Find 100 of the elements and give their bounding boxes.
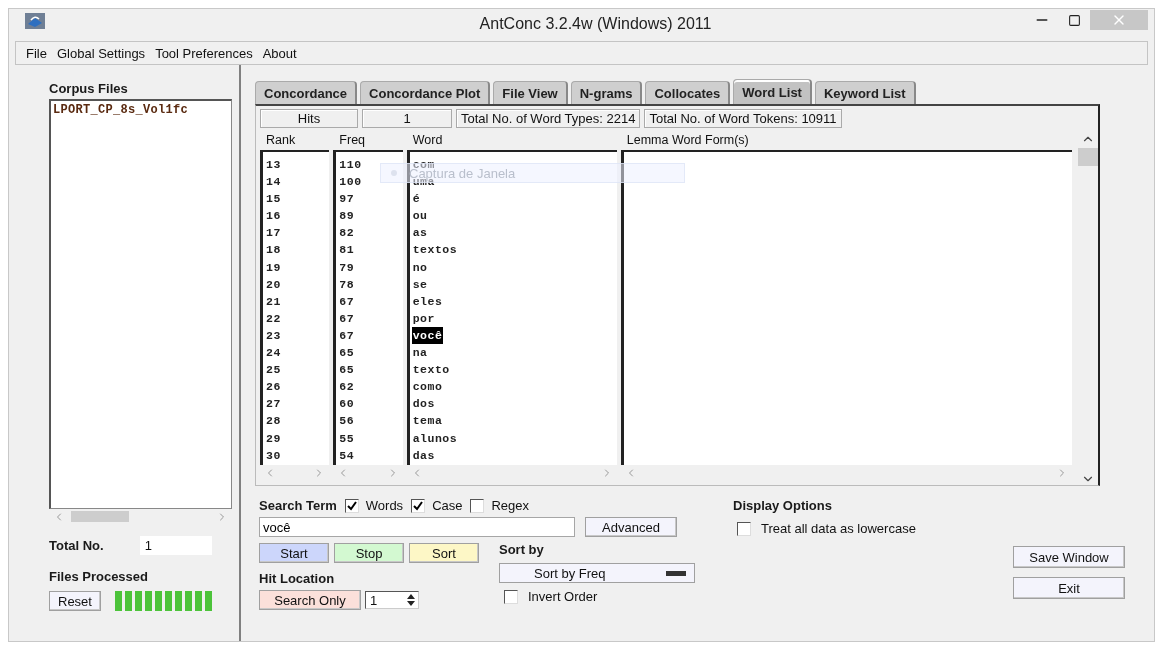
tab[interactable]: Word List bbox=[733, 79, 812, 104]
tab[interactable]: N-grams bbox=[570, 81, 643, 104]
table-cell-text: 28 bbox=[265, 413, 282, 430]
menu-item[interactable]: Global Settings bbox=[56, 45, 146, 61]
lowercase-option-label: Treat all data as lowercase bbox=[761, 521, 916, 536]
word-cell[interactable]: você bbox=[411, 326, 444, 345]
tab[interactable]: Concordance bbox=[255, 81, 358, 104]
app-icon bbox=[25, 13, 45, 29]
tab[interactable]: Concordance Plot bbox=[360, 81, 491, 104]
word-cell[interactable]: no bbox=[411, 258, 429, 276]
hit-location-spinner[interactable]: 1 bbox=[365, 591, 419, 609]
window-title: AntConc 3.2.4w (Windows) 2011 bbox=[478, 15, 713, 33]
word-cell[interactable]: textos bbox=[411, 241, 459, 259]
table-cell-text: 23 bbox=[265, 327, 282, 344]
dropdown-icon bbox=[666, 570, 686, 576]
word-cell[interactable]: eles bbox=[411, 292, 444, 310]
word-cell[interactable]: como bbox=[411, 378, 444, 396]
tab[interactable]: Collocates bbox=[645, 81, 731, 104]
table-cell-text: 65 bbox=[338, 362, 356, 379]
action-button[interactable]: Stop bbox=[334, 543, 404, 563]
word-tokens-count: Total No. of Word Tokens: 10911 bbox=[644, 109, 842, 128]
table-cell-text: 20 bbox=[265, 276, 282, 293]
scrollbar-thumb[interactable] bbox=[1078, 148, 1098, 166]
table-cell-text: 54 bbox=[338, 447, 356, 464]
table-cell-text: 78 bbox=[338, 276, 356, 293]
search-term-label: Search Term bbox=[259, 498, 337, 513]
table-cell-text: 26 bbox=[265, 379, 282, 396]
option-label: Case bbox=[432, 498, 463, 513]
word-cell[interactable]: na bbox=[411, 344, 429, 362]
search-input[interactable]: você bbox=[259, 517, 575, 537]
menu-item[interactable]: File bbox=[26, 45, 47, 61]
word-cell[interactable]: as bbox=[411, 224, 429, 242]
action-button[interactable]: Sort bbox=[409, 543, 479, 563]
display-options-label: Display Options bbox=[733, 498, 833, 513]
table-cell-text: 29 bbox=[265, 430, 282, 447]
option-label: Regex bbox=[491, 498, 530, 513]
word-cell[interactable]: texto bbox=[411, 361, 451, 379]
total-field: 1 bbox=[139, 536, 212, 555]
table-cell-text: 110 bbox=[338, 157, 363, 173]
table-cell-text: 17 bbox=[265, 225, 282, 242]
table-cell-text: 16 bbox=[265, 208, 282, 225]
tab[interactable]: Keyword List bbox=[814, 81, 916, 104]
table-cell-text: 56 bbox=[338, 413, 356, 430]
hit-location-label: Hit Location bbox=[259, 571, 335, 586]
table-cell-text: 21 bbox=[265, 293, 282, 310]
corpus-files-label: Corpus Files bbox=[49, 81, 129, 96]
word-cell[interactable]: por bbox=[411, 309, 436, 327]
word-cell[interactable]: se bbox=[411, 275, 429, 293]
spinner-arrows-icon[interactable] bbox=[404, 592, 418, 608]
table-cell-text: 67 bbox=[338, 293, 356, 310]
table-cell-text: 89 bbox=[338, 208, 356, 225]
table-cell-text: 24 bbox=[265, 345, 282, 362]
table-cell-text: 79 bbox=[338, 259, 356, 276]
files-processed-label: Files Processed bbox=[49, 569, 148, 584]
word-cell[interactable]: das bbox=[411, 446, 436, 464]
table-cell-text: 13 bbox=[265, 157, 282, 173]
checkbox[interactable] bbox=[344, 498, 359, 513]
sort-by-label: Sort by bbox=[499, 542, 545, 557]
checkbox[interactable] bbox=[504, 589, 518, 604]
checkbox[interactable] bbox=[737, 521, 751, 536]
word-types-count: Total No. of Word Types: 2214 bbox=[456, 109, 641, 128]
table-cell-text: 30 bbox=[265, 447, 282, 464]
table-cell-text: 100 bbox=[338, 174, 363, 191]
word-cell[interactable]: é bbox=[411, 190, 422, 208]
table-cell-text: 65 bbox=[338, 345, 356, 362]
checkbox[interactable] bbox=[470, 498, 485, 513]
table-cell-text: 25 bbox=[265, 362, 282, 379]
hits-value: 1 bbox=[362, 109, 452, 128]
table-cell-text: 97 bbox=[338, 191, 356, 208]
sort-dropdown[interactable]: Sort by Freq bbox=[499, 563, 695, 583]
total-label: Total No. bbox=[49, 538, 104, 553]
word-cell[interactable]: tema bbox=[411, 412, 444, 430]
search-only-button[interactable]: Search Only bbox=[259, 590, 361, 610]
maximize-icon[interactable] bbox=[1067, 13, 1081, 27]
word-cell[interactable]: ou bbox=[411, 207, 429, 225]
dot-icon bbox=[391, 170, 397, 176]
window-action-button[interactable]: Save Window bbox=[1013, 546, 1125, 568]
action-button[interactable]: Start bbox=[259, 543, 329, 563]
table-cell-text: 62 bbox=[338, 379, 356, 396]
table-cell-text: 55 bbox=[338, 430, 356, 447]
tab[interactable]: File View bbox=[493, 81, 568, 104]
table-cell-text: 15 bbox=[265, 191, 282, 208]
table-cell-text: 82 bbox=[338, 225, 356, 242]
advanced-button[interactable]: Advanced bbox=[585, 517, 677, 537]
table-cell-text: 14 bbox=[265, 174, 282, 191]
hits-label: Hits bbox=[260, 109, 358, 128]
word-cell[interactable]: alunos bbox=[411, 429, 459, 447]
option-label: Words bbox=[365, 498, 404, 513]
menu-item[interactable]: About bbox=[262, 45, 297, 61]
reset-button[interactable]: Reset bbox=[49, 591, 101, 611]
table-cell-text: 81 bbox=[338, 242, 356, 259]
table-cell-text: 18 bbox=[265, 242, 282, 259]
table-cell-text: 60 bbox=[338, 396, 356, 413]
table-cell-text: 27 bbox=[265, 396, 282, 413]
checkbox[interactable] bbox=[411, 498, 426, 513]
menu-item[interactable]: Tool Preferences bbox=[155, 45, 253, 61]
corpus-file[interactable]: LPORT_CP_8s_Vol1fc bbox=[53, 103, 229, 117]
word-cell[interactable]: dos bbox=[411, 395, 436, 413]
window-action-button[interactable]: Exit bbox=[1013, 577, 1125, 599]
table-cell-text: 67 bbox=[338, 310, 356, 327]
